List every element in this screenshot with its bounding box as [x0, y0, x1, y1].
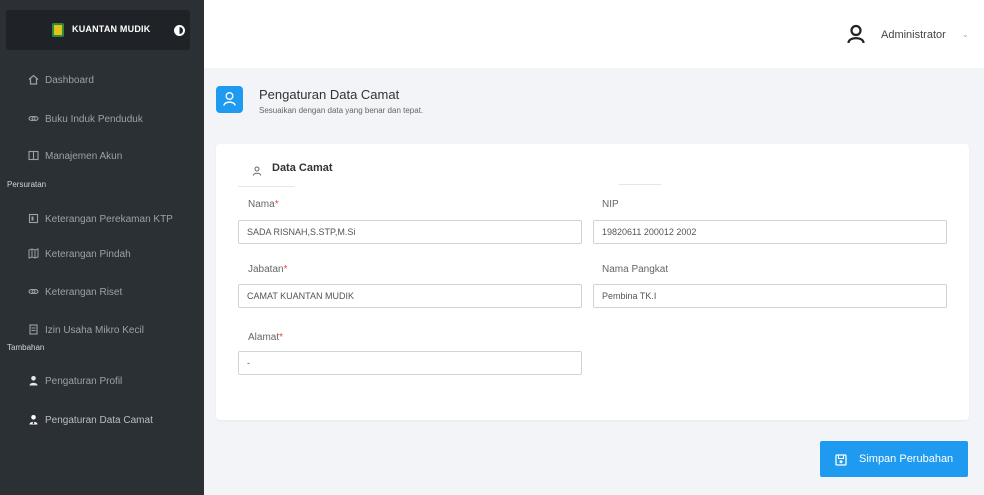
sidebar-item-dashboard[interactable]: Dashboard: [0, 70, 204, 92]
link-icon: [27, 286, 39, 298]
sidebar-item-label: Keterangan Perekaman KTP: [45, 214, 173, 225]
sidebar-item-label: Buku Induk Penduduk: [45, 114, 143, 125]
sidebar-item-pengaturan-data-camat[interactable]: Pengaturan Data Camat: [0, 410, 204, 432]
sidebar-item-label: Pengaturan Profil: [45, 376, 123, 387]
nama-label: Nama*: [248, 199, 279, 210]
pangkat-input[interactable]: Pembina TK.I: [593, 284, 947, 308]
user-icon: [252, 163, 262, 176]
chevron-down-icon[interactable]: ⌄: [962, 30, 969, 39]
nip-input[interactable]: 19820611 200012 2002: [593, 220, 947, 244]
columns-icon: [27, 150, 39, 162]
page-subtitle: Sesuaikan dengan data yang benar dan tep…: [259, 106, 424, 115]
required-mark: *: [279, 332, 284, 343]
jabatan-input[interactable]: CAMAT KUANTAN MUDIK: [238, 284, 582, 308]
jabatan-label-text: Jabatan: [248, 264, 284, 275]
sidebar-item-izin-usaha[interactable]: Izin Usaha Mikro Kecil: [0, 320, 204, 342]
section-title-persuratan: Persuratan: [7, 180, 47, 189]
page-title: Pengaturan Data Camat: [259, 87, 400, 102]
sidebar-item-buku-induk[interactable]: Buku Induk Penduduk: [0, 109, 204, 131]
save-button[interactable]: Simpan Perubahan: [820, 441, 968, 477]
sidebar-item-label: Manajemen Akun: [45, 151, 123, 162]
sidebar-item-label: Pengaturan Data Camat: [45, 415, 153, 426]
brand-name: KUANTAN MUDIK: [72, 24, 151, 34]
sidebar: KUANTAN MUDIK Dashboard Buku Induk Pendu…: [0, 0, 204, 495]
sidebar-item-label: Keterangan Pindah: [45, 249, 131, 260]
topbar: Administrator ⌄: [204, 0, 984, 68]
data-camat-card: [216, 144, 969, 420]
sidebar-item-label: Dashboard: [45, 75, 94, 86]
sidebar-item-pengaturan-profil[interactable]: Pengaturan Profil: [0, 371, 204, 393]
document-icon: [27, 324, 39, 336]
required-mark: *: [274, 199, 279, 210]
required-mark: *: [283, 264, 288, 275]
sidebar-item-riset[interactable]: Keterangan Riset: [0, 282, 204, 304]
pangkat-label: Nama Pangkat: [602, 264, 669, 275]
link-icon: [27, 113, 39, 125]
save-button-label: Simpan Perubahan: [859, 453, 954, 465]
sidebar-item-manajemen-akun[interactable]: Manajemen Akun: [0, 146, 204, 168]
map-icon: [27, 248, 39, 260]
id-card-icon: [27, 213, 39, 225]
user-icon: [216, 86, 243, 113]
save-icon: [835, 453, 847, 466]
user-icon: [27, 375, 39, 387]
sidebar-item-label: Izin Usaha Mikro Kecil: [45, 325, 144, 336]
alamat-input[interactable]: -: [238, 351, 582, 375]
logo-icon: [52, 23, 64, 37]
alamat-label: Alamat*: [248, 332, 283, 343]
sidebar-item-label: Keterangan Riset: [45, 287, 123, 298]
nama-label-text: Nama: [248, 199, 275, 210]
brand[interactable]: KUANTAN MUDIK: [6, 10, 190, 50]
nip-label: NIP: [602, 199, 619, 210]
divider: [238, 186, 295, 187]
sidebar-item-pindah[interactable]: Keterangan Pindah: [0, 244, 204, 266]
divider: [619, 184, 661, 185]
user-tie-icon: [27, 414, 39, 426]
card-title: Data Camat: [272, 162, 333, 174]
jabatan-label: Jabatan*: [248, 264, 288, 275]
sidebar-toggle-icon[interactable]: [174, 25, 185, 36]
user-avatar-icon[interactable]: [846, 24, 866, 44]
nama-input[interactable]: SADA RISNAH,S.STP,M.Si: [238, 220, 582, 244]
home-icon: [27, 74, 39, 86]
sidebar-item-perekaman-ktp[interactable]: Keterangan Perekaman KTP: [0, 209, 204, 231]
user-name[interactable]: Administrator: [881, 29, 946, 41]
alamat-label-text: Alamat: [248, 332, 280, 343]
section-title-tambahan: Tambahan: [7, 343, 45, 352]
